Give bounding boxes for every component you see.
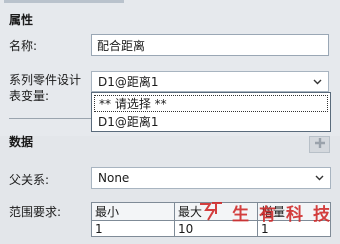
- watermark-logo-icon: [198, 200, 224, 225]
- dropdown-option-please-select[interactable]: ** 请选择 **: [94, 95, 328, 112]
- watermark-char-1: 生: [232, 205, 251, 225]
- dropdown-option-d1[interactable]: D1@距离1: [94, 113, 328, 130]
- config-var-selected: D1@距离1: [98, 75, 159, 89]
- add-button[interactable]: [309, 136, 330, 153]
- range-min-cell[interactable]: 1: [91, 220, 175, 237]
- name-label: 名称:: [9, 39, 38, 53]
- properties-section-title: 属性: [9, 13, 34, 27]
- range-label: 范围要求:: [9, 205, 62, 219]
- watermark-char-3: 科: [286, 205, 305, 225]
- config-var-label-line1: 系列零件设计: [9, 73, 82, 87]
- header-cap: [4, 0, 124, 3]
- plus-icon: [314, 137, 326, 152]
- watermark-char-2: 有: [259, 205, 278, 225]
- parent-combo[interactable]: None: [91, 167, 331, 189]
- config-var-combo[interactable]: D1@距离1: [91, 71, 329, 92]
- watermark-char-4: 技: [313, 205, 332, 225]
- range-header-min: 最小: [91, 202, 175, 221]
- parent-selected: None: [98, 171, 130, 185]
- chevron-down-icon[interactable]: [312, 77, 322, 87]
- watermark: 生 有 科 技: [198, 200, 332, 225]
- name-field-value: 配合距离: [97, 38, 146, 53]
- chevron-down-icon[interactable]: [314, 173, 324, 183]
- section-divider: [9, 118, 91, 119]
- parent-label: 父关系:: [9, 173, 50, 187]
- config-var-label-line2: 表变量:: [9, 89, 50, 103]
- name-field[interactable]: 配合距离: [91, 34, 329, 56]
- config-var-dropdown-list: ** 请选择 ** D1@距离1: [91, 92, 331, 132]
- data-section-title: 数据: [9, 135, 34, 149]
